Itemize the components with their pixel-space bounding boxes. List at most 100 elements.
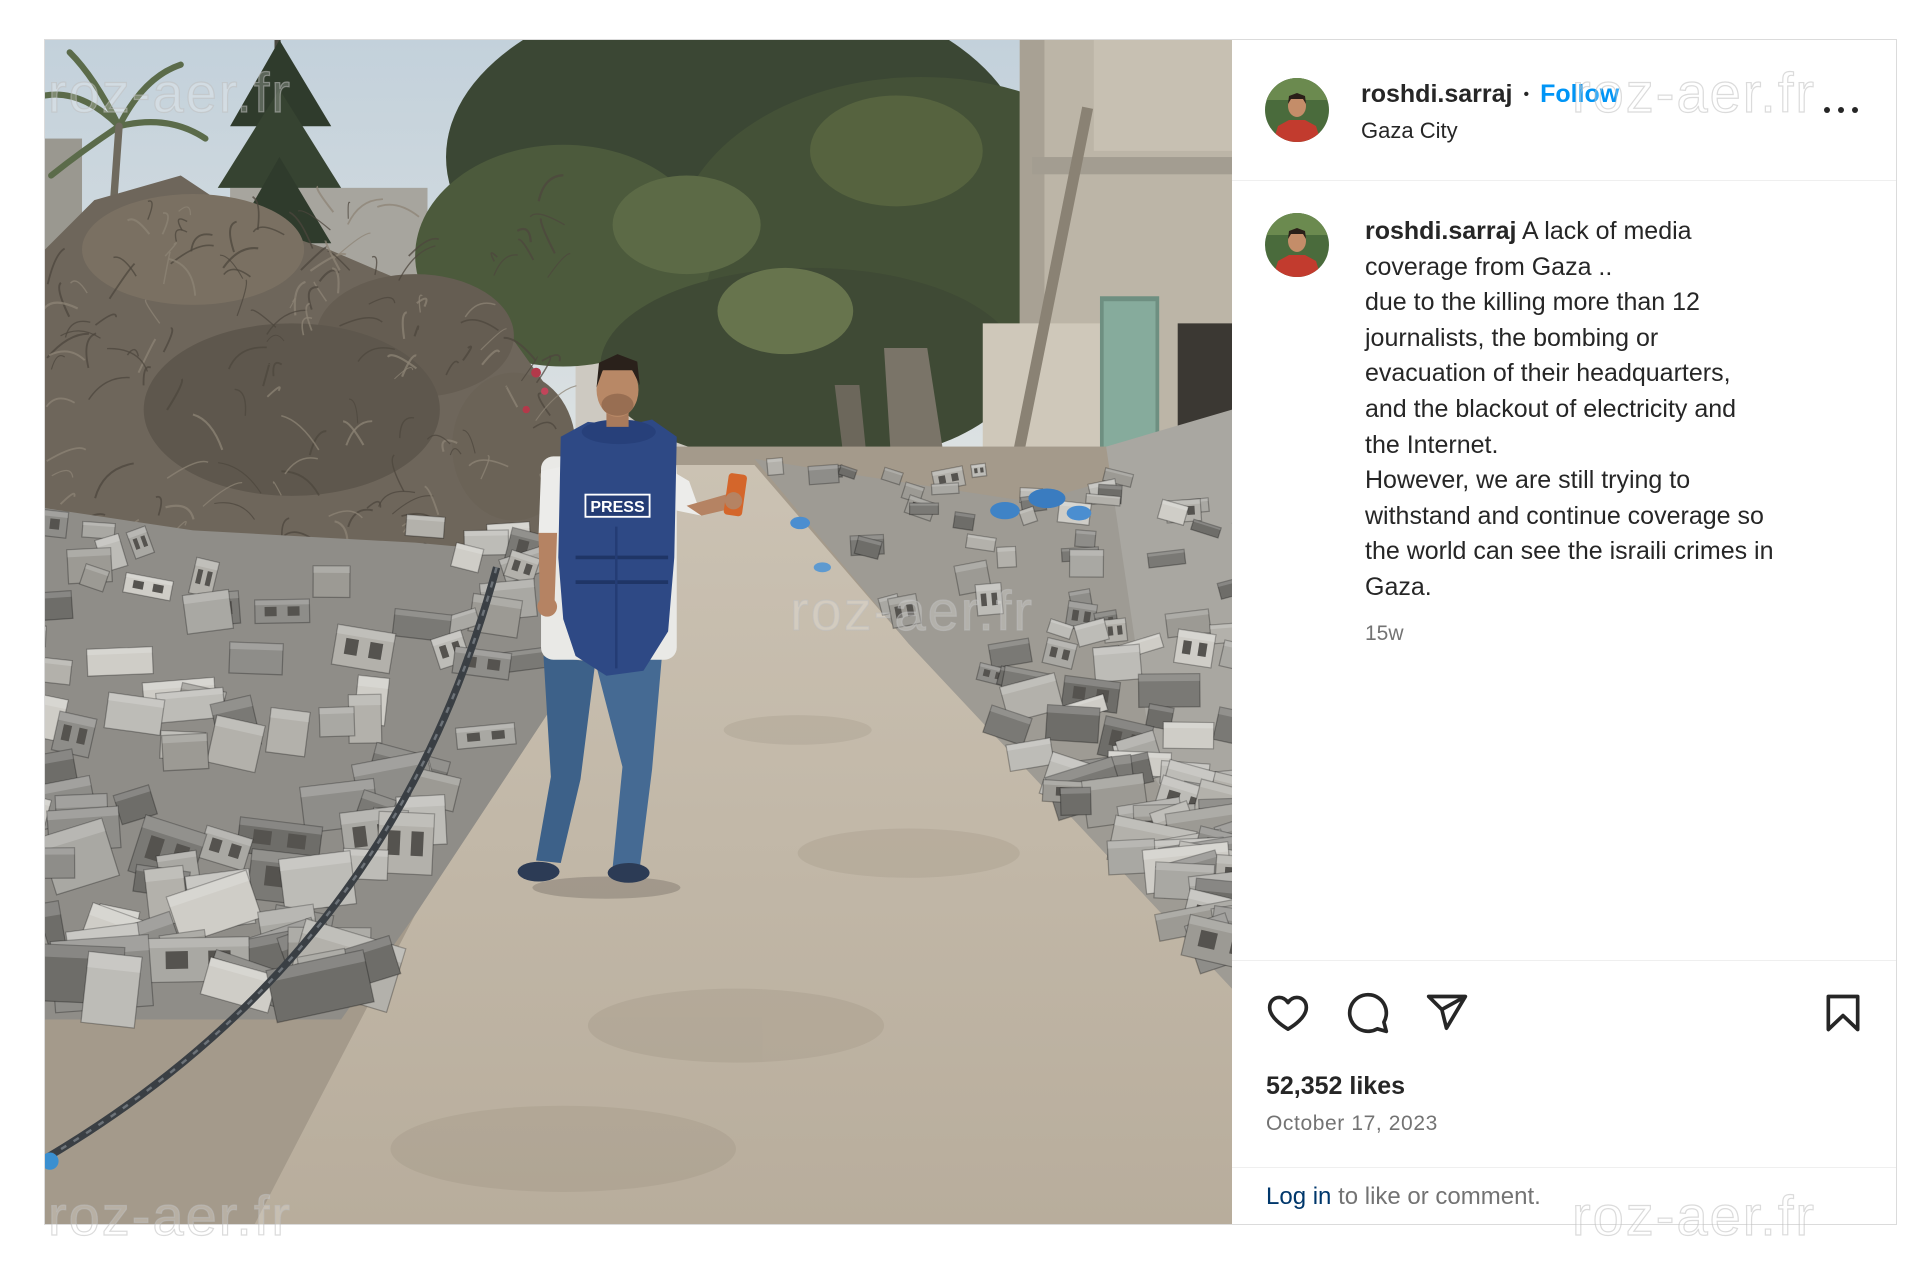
- rubble-highlight: [254, 599, 310, 606]
- rubble-hole: [973, 468, 978, 474]
- rubble-block: [996, 545, 1018, 569]
- dry-brush-part: [522, 405, 530, 414]
- rubble-hole: [1072, 685, 1087, 700]
- tree-canopy-part: [612, 175, 761, 275]
- rubble-block: [205, 714, 266, 774]
- blue-bags-part: [1066, 505, 1092, 521]
- rubble-hole: [938, 475, 947, 484]
- rubble-block: [1172, 628, 1217, 669]
- rubble-block: [404, 513, 446, 539]
- rubble-block: [103, 691, 166, 737]
- tree-canopy-part: [810, 95, 983, 207]
- post-card: PRESS roshdi.sarraj • Follow Gaza City r…: [44, 39, 1897, 1225]
- rubble-block: [1137, 672, 1201, 708]
- rubble-hole: [49, 518, 61, 530]
- dry-brush-part: [143, 323, 440, 496]
- blue-bags-part: [790, 516, 811, 530]
- post-photo: PRESS: [45, 40, 1232, 1224]
- journalist-part: [532, 876, 681, 899]
- journalist-part: [538, 532, 558, 602]
- comment-icon-glyph: [1347, 992, 1389, 1034]
- rubble-hole: [950, 472, 959, 482]
- caption-line: coverage from Gaza ..: [1365, 252, 1613, 281]
- rubble-block: [45, 654, 73, 686]
- rubble-hole: [352, 825, 368, 848]
- rubble-highlight: [909, 503, 939, 506]
- caption-username[interactable]: roshdi.sarraj: [1365, 217, 1516, 245]
- post-sidebar: roshdi.sarraj • Follow Gaza City roshdi.sa…: [1232, 40, 1896, 1224]
- caption-line: the world can see the israili crimes in: [1365, 537, 1774, 566]
- rubble-block: [318, 706, 356, 738]
- rubble-block: [930, 482, 960, 496]
- rubble-block: [181, 588, 235, 635]
- likes-count[interactable]: 52,352 likes: [1266, 1072, 1405, 1100]
- journalist-part: [537, 596, 558, 617]
- rubble-block: [254, 598, 311, 625]
- post-location[interactable]: Gaza City: [1361, 118, 1458, 144]
- login-prompt-text: to like or comment.: [1338, 1183, 1541, 1210]
- post-caption: roshdi.sarraj A lack of media coverage f…: [1365, 214, 1774, 606]
- rubble-hole: [979, 467, 984, 473]
- journalist-part: [724, 492, 743, 510]
- caption-timestamp[interactable]: 15w: [1365, 622, 1404, 646]
- rubble-hole: [165, 951, 189, 970]
- rubble-hole: [486, 658, 501, 671]
- author-username[interactable]: roshdi.sarraj: [1361, 80, 1512, 108]
- caption-line: due to the killing more than 12: [1365, 288, 1700, 317]
- rubble-block: [45, 624, 47, 648]
- journalist-part: [517, 861, 560, 882]
- rubble-block: [86, 646, 154, 677]
- rubble-block: [1044, 703, 1101, 744]
- blue-bags-part: [990, 502, 1020, 520]
- rubble-highlight: [319, 706, 355, 715]
- road-patches-part: [587, 988, 885, 1063]
- more-dot: [1838, 107, 1844, 113]
- rubble-highlight: [1163, 722, 1214, 729]
- comment-icon[interactable]: [1346, 991, 1390, 1035]
- rubble-block: [277, 849, 358, 914]
- more-options-icon[interactable]: [1824, 102, 1858, 118]
- caption-avatar[interactable]: [1265, 213, 1329, 277]
- rubble-hole: [1116, 625, 1123, 635]
- ruined-building-part: [1032, 157, 1232, 175]
- rubble-hole: [387, 830, 401, 856]
- dry-brush-part: [541, 387, 549, 395]
- share-icon-glyph: [1426, 994, 1468, 1031]
- share-icon[interactable]: [1425, 991, 1469, 1035]
- rubble-hole: [252, 829, 273, 846]
- rubble-block: [161, 732, 210, 772]
- rubble-highlight: [1069, 549, 1104, 556]
- caption-line: roshdi.sarraj A lack of media: [1365, 214, 1774, 250]
- rubble-block: [908, 502, 940, 516]
- caption-line: withstand and continue coverage so: [1365, 501, 1764, 530]
- rubble-block: [228, 641, 284, 676]
- rubble-block: [974, 582, 1004, 617]
- author-avatar[interactable]: [1265, 78, 1329, 142]
- header-line: roshdi.sarraj • Follow: [1361, 80, 1619, 109]
- rubble-highlight: [1138, 673, 1200, 682]
- rubble-block: [45, 506, 70, 539]
- rubble-block: [1073, 529, 1097, 549]
- heart-icon[interactable]: [1266, 991, 1310, 1035]
- rubble-block: [807, 463, 840, 486]
- dry-brush-part: [531, 367, 542, 378]
- rubble-hole: [343, 637, 360, 656]
- rubble-hole: [367, 641, 384, 660]
- more-dot: [1852, 107, 1858, 113]
- rubble-block: [765, 457, 785, 477]
- follow-button[interactable]: Follow: [1540, 80, 1619, 108]
- bookmark-icon[interactable]: [1821, 991, 1865, 1035]
- blue-bags-part: [813, 562, 831, 573]
- heart-icon-glyph: [1267, 995, 1309, 1031]
- post-date[interactable]: October 17, 2023: [1266, 1111, 1438, 1137]
- blue-bags-part: [1028, 488, 1066, 509]
- rubble-block: [45, 847, 76, 880]
- ruined-building-part: [1093, 40, 1232, 151]
- rubble-highlight: [1060, 787, 1091, 795]
- login-link[interactable]: Log in: [1266, 1183, 1331, 1210]
- caption-text: A lack of media: [1522, 217, 1692, 245]
- rubble-block: [45, 590, 74, 624]
- rubble-hole: [466, 732, 481, 742]
- rubble-hole: [264, 606, 277, 617]
- rubble-block: [1068, 548, 1105, 578]
